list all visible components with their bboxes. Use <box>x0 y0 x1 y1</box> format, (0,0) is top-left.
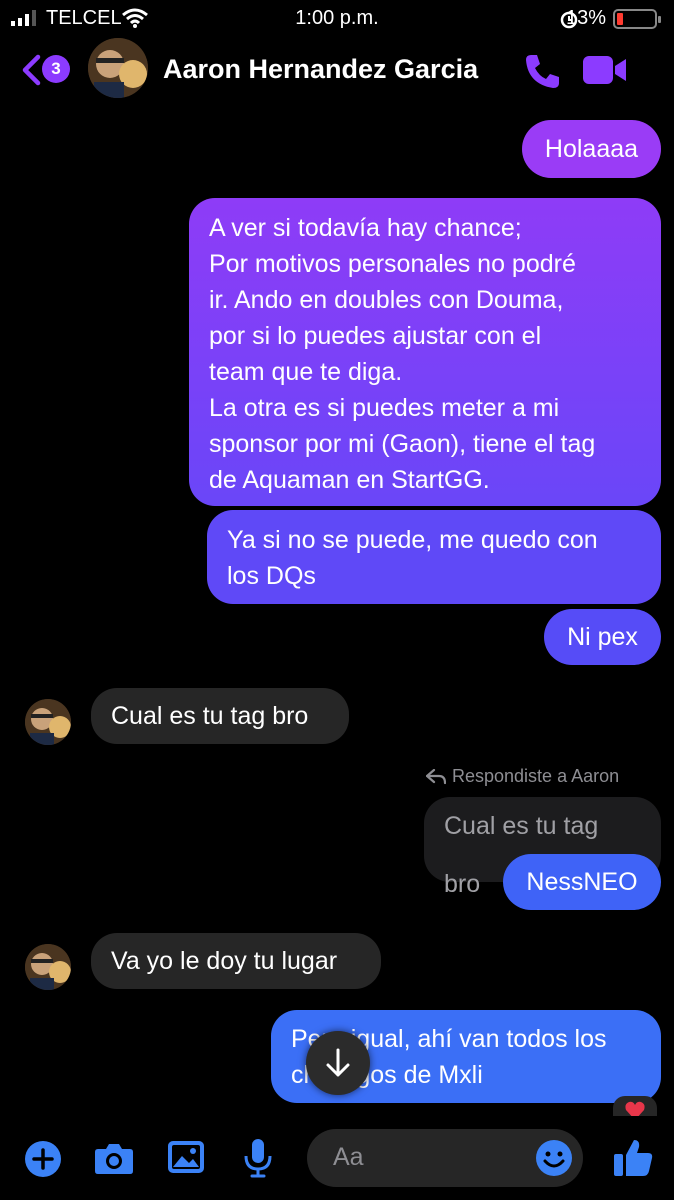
message-text: NessNEO <box>526 868 638 896</box>
composer-bar: Aa <box>0 1110 674 1200</box>
message-text: Holaaaa <box>544 135 639 163</box>
status-bar: TELCEL 1:00 p.m. 13% <box>0 0 674 36</box>
message-received[interactable]: Cual es tu tag bro <box>91 688 349 744</box>
reply-arrow-icon <box>426 769 446 785</box>
emoji-icon[interactable] <box>534 1138 574 1178</box>
message-line: ir. Ando en doubles con Douma, <box>209 286 564 314</box>
message-text: Ni pex <box>567 623 638 651</box>
message-received[interactable]: Va yo le doy tu lugar <box>91 933 381 989</box>
gallery-icon[interactable] <box>167 1140 205 1174</box>
message-line: Ya si no se puede, me quedo con <box>227 526 598 554</box>
message-line: los DQs <box>227 562 316 590</box>
conversation-header: 3 Aaron Hernandez Garcia <box>0 36 674 106</box>
message-sent[interactable]: Ya si no se puede, me quedo con los DQs <box>207 510 661 604</box>
contact-name[interactable]: Aaron Hernandez Garcia <box>163 54 478 85</box>
scroll-to-bottom-button[interactable] <box>306 1031 370 1095</box>
plus-icon[interactable] <box>24 1140 62 1178</box>
message-line: por si lo puedes ajustar con el <box>209 322 542 350</box>
message-sent[interactable]: A ver si todavía hay chance; Por motivos… <box>189 198 661 506</box>
message-input[interactable]: Aa <box>307 1129 583 1187</box>
unread-count-badge[interactable]: 3 <box>42 55 70 83</box>
message-line: La otra es si puedes meter a mi <box>209 394 560 422</box>
message-sent[interactable]: Ni pex <box>544 609 661 665</box>
battery-percent: 13% <box>565 7 606 29</box>
camera-icon[interactable] <box>94 1141 134 1175</box>
message-text: Cual es tu tag bro <box>111 702 309 730</box>
message-line: team que te diga. <box>209 358 403 386</box>
message-sent[interactable]: NessNEO <box>503 854 661 910</box>
contact-avatar-small[interactable] <box>25 699 71 745</box>
contact-avatar-small[interactable] <box>25 944 71 990</box>
back-chevron-icon[interactable] <box>20 54 42 86</box>
avatar-photo <box>88 38 148 98</box>
contact-avatar[interactable] <box>88 38 148 98</box>
video-call-icon[interactable] <box>582 54 628 86</box>
arrow-down-icon <box>326 1048 350 1077</box>
reply-label: Respondiste a Aaron <box>452 766 620 786</box>
phone-icon[interactable] <box>522 51 562 91</box>
battery-icon <box>613 9 661 29</box>
message-text: Va yo le doy tu lugar <box>111 947 338 975</box>
avatar-photo <box>25 699 71 745</box>
message-line: Por motivos personales no podré <box>209 250 576 278</box>
avatar-photo <box>25 944 71 990</box>
message-input-placeholder: Aa <box>333 1143 364 1171</box>
microphone-icon[interactable] <box>243 1138 273 1178</box>
message-sent[interactable]: Holaaaa <box>522 120 661 178</box>
message-line: A ver si todavía hay chance; <box>209 214 522 242</box>
thumbs-up-icon[interactable] <box>612 1136 654 1178</box>
message-line: sponsor por mi (Gaon), tiene el tag <box>209 430 596 458</box>
message-line: de Aquaman en StartGG. <box>209 466 490 494</box>
